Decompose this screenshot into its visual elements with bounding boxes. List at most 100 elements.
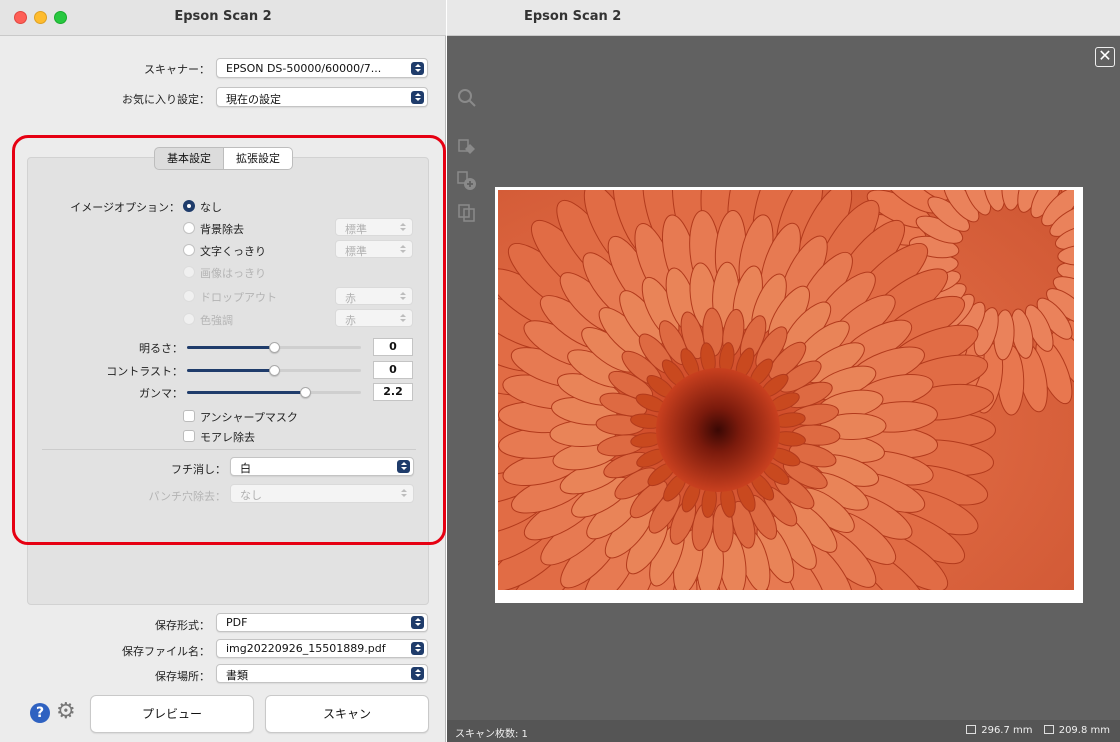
moire-removal-checkbox[interactable]: [183, 430, 195, 442]
settings-divider: [42, 449, 416, 450]
gamma-label: ガンマ：: [139, 387, 183, 400]
unsharp-mask-checkbox[interactable]: [183, 410, 195, 422]
image-option-text-enhancement-radio[interactable]: [183, 244, 195, 256]
tab-advanced-settings[interactable]: 拡張設定: [224, 147, 293, 170]
scan-size-readout: 296.7 mm 209.8 mm: [958, 725, 1110, 736]
dropout-color-value: 赤: [345, 292, 356, 305]
image-format-value: PDF: [226, 616, 248, 629]
gamma-slider-fill: [187, 391, 306, 394]
edge-fill-value: 白: [240, 462, 251, 475]
height-icon: [1043, 725, 1054, 734]
favorites-select[interactable]: 現在の設定: [216, 87, 428, 107]
chevron-updown-icon: [411, 667, 424, 680]
background-removal-level-value: 標準: [345, 223, 367, 236]
auto-crop-icon[interactable]: [456, 138, 478, 160]
edge-fill-label: フチ消し：: [171, 463, 226, 476]
chrysanthemum-image: [498, 190, 1074, 590]
preview-document[interactable]: [495, 187, 1083, 603]
image-option-background-removal-label: 背景除去: [200, 223, 244, 236]
copy-area-icon[interactable]: [456, 203, 478, 225]
preview-button[interactable]: プレビュー: [90, 695, 254, 733]
image-format-label: 保存形式：: [155, 619, 210, 632]
punch-hole-value: なし: [240, 489, 262, 502]
image-option-text-enhancement-label: 文字くっきり: [200, 245, 266, 258]
contrast-value-field[interactable]: 0: [373, 361, 413, 379]
tab-basic-settings[interactable]: 基本設定: [154, 147, 224, 170]
zoom-icon[interactable]: [456, 88, 478, 110]
brightness-label: 明るさ：: [139, 342, 183, 355]
scanner-select[interactable]: EPSON DS-50000/60000/7...: [216, 58, 428, 78]
color-enhance-select[interactable]: 赤: [335, 309, 413, 327]
chevron-updown-icon: [397, 460, 410, 473]
punch-hole-select[interactable]: なし: [230, 484, 414, 503]
folder-value: 書類: [226, 669, 248, 682]
text-enhancement-level-value: 標準: [345, 245, 367, 258]
image-option-label: イメージオプション：: [70, 201, 180, 214]
add-area-icon[interactable]: [456, 171, 478, 193]
file-name-label: 保存ファイル名：: [122, 645, 210, 658]
chevron-updown-icon: [396, 312, 409, 325]
image-option-image-enhancement-label: 画像はっきり: [200, 267, 266, 280]
status-bar: スキャン枚数: 1 296.7 mm 209.8 mm: [447, 720, 1120, 742]
settings-window-title: Epson Scan 2: [174, 9, 272, 24]
settings-window: Epson Scan 2 スキャナー： EPSON DS-50000/60000…: [0, 0, 446, 742]
brightness-slider-fill: [187, 346, 274, 349]
chevron-updown-icon: [411, 616, 424, 629]
brightness-value-field[interactable]: 0: [373, 338, 413, 356]
chevron-updown-icon: [396, 290, 409, 303]
gear-icon[interactable]: ⚙: [56, 701, 76, 723]
preview-window: Epson Scan 2 ✕ スキャン枚数: 1 296.7 mm 209.8 …: [447, 0, 1120, 742]
color-enhance-value: 赤: [345, 314, 356, 327]
contrast-label: コントラスト：: [106, 365, 183, 378]
brightness-slider[interactable]: [187, 342, 361, 353]
contrast-slider[interactable]: [187, 365, 361, 376]
scanner-select-value: EPSON DS-50000/60000/7...: [226, 62, 382, 75]
scan-button[interactable]: スキャン: [265, 695, 429, 733]
file-name-value: img20220926_15501889.pdf: [226, 642, 386, 655]
settings-tab-bar: 基本設定 拡張設定: [154, 147, 293, 170]
contrast-slider-fill: [187, 369, 274, 372]
image-option-none-label: なし: [200, 201, 222, 214]
file-name-select[interactable]: img20220926_15501889.pdf: [216, 639, 428, 658]
text-enhancement-level-select[interactable]: 標準: [335, 240, 413, 258]
chevron-updown-icon: [411, 642, 424, 655]
unsharp-mask-label: アンシャープマスク: [200, 411, 298, 424]
contrast-slider-knob[interactable]: [269, 365, 280, 376]
punch-hole-label: パンチ穴除去：: [148, 490, 226, 503]
moire-removal-label: モアレ除去: [200, 431, 255, 444]
image-option-dropout-label: ドロップアウト: [200, 291, 277, 304]
favorites-select-value: 現在の設定: [226, 93, 281, 106]
image-option-background-removal-radio[interactable]: [183, 222, 195, 234]
chevron-updown-icon: [411, 91, 424, 104]
image-option-image-enhancement-radio[interactable]: [183, 266, 195, 278]
background-removal-level-select[interactable]: 標準: [335, 218, 413, 236]
gamma-slider[interactable]: [187, 387, 361, 398]
image-option-dropout-radio[interactable]: [183, 290, 195, 302]
scan-count-text: スキャン枚数: 1: [455, 729, 528, 740]
chevron-updown-icon: [397, 487, 410, 500]
image-option-color-enhance-radio[interactable]: [183, 313, 195, 325]
image-option-color-enhance-label: 色強調: [200, 314, 233, 327]
chevron-updown-icon: [396, 243, 409, 256]
scan-width-text: 296.7 mm: [981, 725, 1033, 736]
width-icon: [966, 725, 977, 734]
folder-label: 保存場所：: [155, 670, 210, 683]
image-option-none-radio[interactable]: [183, 200, 195, 212]
help-icon[interactable]: ?: [30, 703, 50, 723]
chevron-updown-icon: [396, 221, 409, 234]
edge-fill-select[interactable]: 白: [230, 457, 414, 476]
favorites-label: お気に入り設定：: [122, 93, 210, 106]
image-format-select[interactable]: PDF: [216, 613, 428, 632]
scanner-label: スキャナー：: [144, 63, 210, 76]
gamma-value-field[interactable]: 2.2: [373, 383, 413, 401]
preview-window-title: Epson Scan 2: [524, 9, 622, 24]
preview-title-bar: Epson Scan 2: [447, 0, 1120, 36]
preview-image: [498, 190, 1074, 590]
close-icon[interactable]: ✕: [1095, 47, 1115, 67]
settings-title-bar: Epson Scan 2: [0, 0, 446, 36]
brightness-slider-knob[interactable]: [269, 342, 280, 353]
scan-height-text: 209.8 mm: [1058, 725, 1110, 736]
dropout-color-select[interactable]: 赤: [335, 287, 413, 305]
folder-select[interactable]: 書類: [216, 664, 428, 683]
chevron-updown-icon: [411, 62, 424, 75]
